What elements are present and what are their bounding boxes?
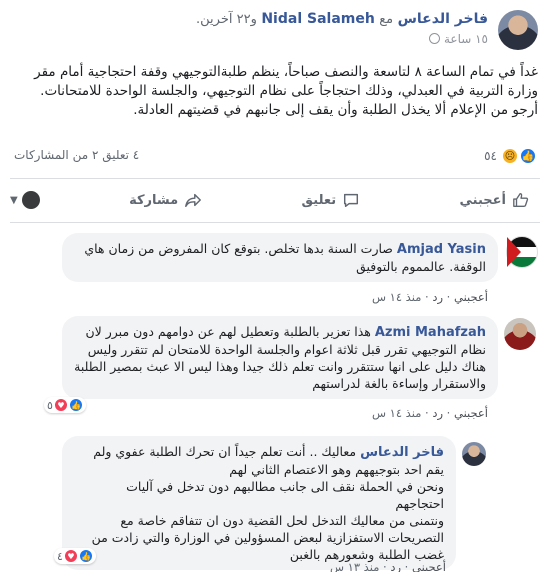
action-bar: ▼ مشاركة تعليق أعجبني xyxy=(10,185,540,215)
divider-top xyxy=(10,178,540,179)
post-author-avatar[interactable] xyxy=(498,10,538,50)
thumbs-up-icon xyxy=(513,193,529,207)
viewer-avatar xyxy=(21,191,40,209)
flag-triangle xyxy=(507,237,521,267)
reply-like-link[interactable]: أعجبني xyxy=(412,560,446,572)
post-body: غداً في تمام الساعة ٨ لتاسعة والنصف صباح… xyxy=(34,64,538,118)
like-button[interactable]: أعجبني xyxy=(449,187,539,213)
divider-bottom xyxy=(10,222,540,223)
post-meta: ١٥ ساعة xyxy=(188,32,488,46)
share-icon xyxy=(185,193,202,208)
comments-shares-count[interactable]: ٤ تعليق ٢ من المشاركات xyxy=(14,148,139,162)
reaction-count[interactable]: ٥٤ xyxy=(484,149,497,163)
reply-reply-link[interactable]: رد xyxy=(390,560,401,572)
sad-reaction-icon: ☹ xyxy=(502,148,518,164)
reply-author[interactable]: فاخر الدعاس xyxy=(360,445,444,460)
comment-avatar[interactable] xyxy=(504,318,536,350)
and-others[interactable]: و٢٢ آخرين. xyxy=(196,12,257,27)
like-reaction-icon: 👍 xyxy=(78,549,93,563)
comment-reaction-count: ٥ xyxy=(47,398,53,412)
comment-actions: أعجبني · رد · منذ ١٤ س xyxy=(371,406,488,420)
reply-avatar[interactable] xyxy=(462,442,486,466)
post-author-name[interactable]: فاخر الدعاس xyxy=(398,11,488,27)
reply-text: معاليك .. أنت تعلم جيداً ان تحرك الطلبة … xyxy=(91,444,444,562)
reactions-bar: ٤ تعليق ٢ من المشاركات 👍 ☹ ٥٤ xyxy=(10,148,540,166)
reply-actions: أعجبني · رد · منذ ١٣ س xyxy=(329,560,446,572)
reply-bubble: فاخر الدعاس معاليك .. أنت تعلم جيداً ان … xyxy=(62,436,456,570)
comment-like-link[interactable]: أعجبني xyxy=(454,290,488,304)
comment-author[interactable]: Amjad Yasin xyxy=(397,242,486,257)
reaction-count-group[interactable]: 👍 ☹ ٥٤ xyxy=(484,148,536,164)
like-reaction-icon: 👍 xyxy=(520,148,536,164)
comment-like-link[interactable]: أعجبني xyxy=(454,406,488,420)
comment-bubble: Azmi Mahafzah هذا تعزير بالطلبة وتعطيل ل… xyxy=(62,316,498,399)
with-word: مع xyxy=(379,12,394,27)
heart-reaction-icon: ♥ xyxy=(53,398,68,412)
globe-icon xyxy=(429,33,441,44)
comment-time[interactable]: منذ ١٤ س xyxy=(372,290,421,304)
comment-icon xyxy=(344,193,359,208)
comment-bubble: Amjad Yasin صارت السنة بدها تخلص. بتوقع … xyxy=(62,233,498,282)
comment-avatar[interactable] xyxy=(506,236,538,268)
heart-reaction-icon: ♥ xyxy=(63,549,78,563)
comment-author[interactable]: Azmi Mahafzah xyxy=(375,325,486,340)
comment-reactions[interactable]: ٥ ♥ 👍 xyxy=(44,397,86,413)
comment-actions: أعجبني · رد · منذ ١٤ س xyxy=(371,290,488,304)
like-reaction-icon: 👍 xyxy=(68,398,83,412)
comment-label: تعليق xyxy=(301,192,337,208)
reply-reactions[interactable]: ٤ ♥ 👍 xyxy=(54,548,96,564)
comment-reply-link[interactable]: رد xyxy=(432,406,443,420)
like-label: أعجبني xyxy=(459,192,506,208)
comments-shares-summary[interactable]: ٤ تعليق ٢ من المشاركات xyxy=(14,148,139,162)
share-label: مشاركة xyxy=(129,192,179,208)
chevron-down-icon: ▼ xyxy=(10,194,18,206)
tagged-user[interactable]: Nidal Salameh xyxy=(261,11,374,27)
comment-reply-link[interactable]: رد xyxy=(432,290,443,304)
reply-time[interactable]: منذ ١٣ س xyxy=(330,560,379,572)
post-time[interactable]: ١٥ ساعة xyxy=(444,32,488,46)
post-header: فاخر الدعاس مع Nidal Salameh و٢٢ آخرين. xyxy=(18,10,488,29)
comment-button[interactable]: تعليق xyxy=(292,187,371,213)
reply-reaction-count: ٤ xyxy=(57,549,63,563)
share-button[interactable]: مشاركة xyxy=(119,187,212,213)
comment-time[interactable]: منذ ١٤ س xyxy=(372,406,421,420)
viewer-selector[interactable]: ▼ xyxy=(10,191,40,209)
